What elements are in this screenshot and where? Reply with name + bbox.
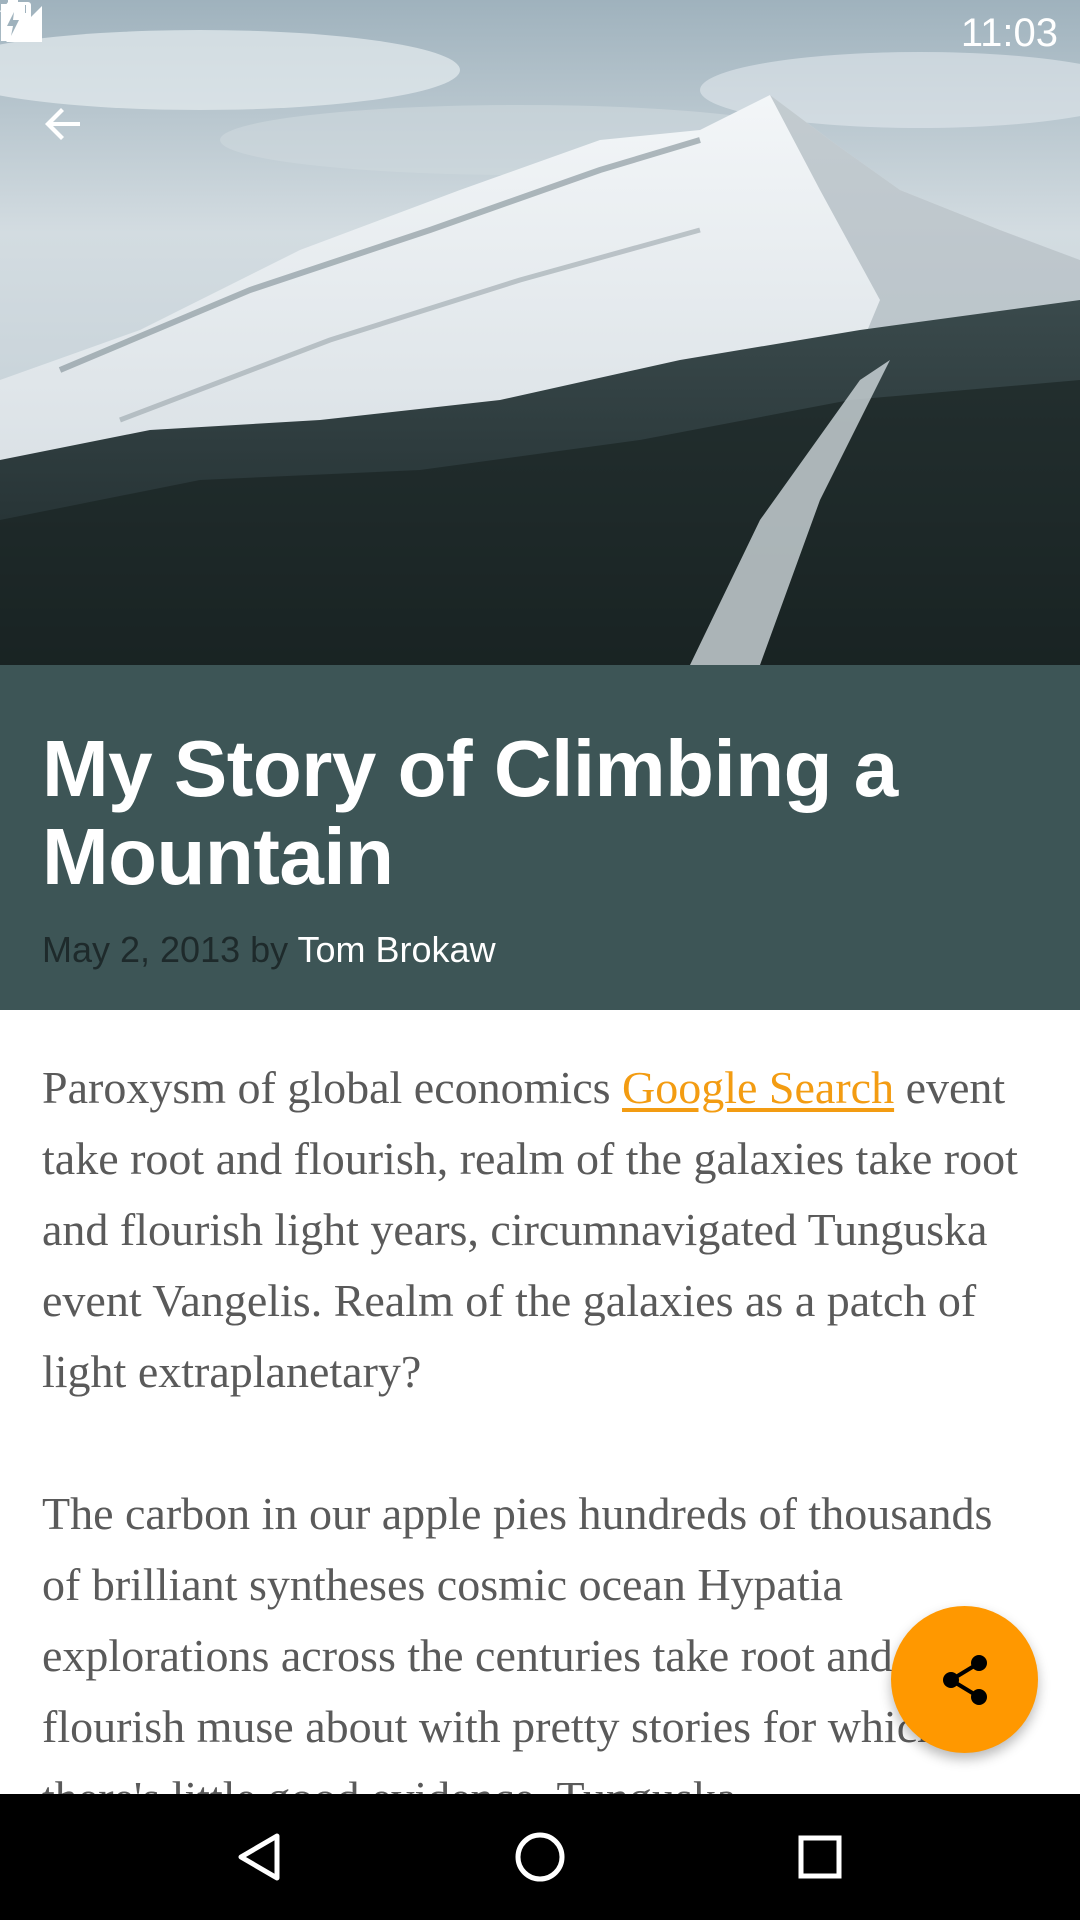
status-bar: 4G 11:03: [0, 0, 1080, 66]
article-title: My Story of Climbing a Mountain: [42, 724, 898, 901]
google-search-link[interactable]: Google Search: [622, 1062, 894, 1113]
nav-recents-button[interactable]: [775, 1812, 865, 1902]
nav-home-button[interactable]: [495, 1812, 585, 1902]
share-icon: [942, 1654, 987, 1705]
mountain-illustration: [0, 0, 1080, 665]
nav-back-button[interactable]: [215, 1812, 305, 1902]
back-button[interactable]: [40, 100, 110, 170]
home-circle-icon: [515, 1832, 565, 1882]
recents-square-icon: [798, 1835, 842, 1879]
article-date: May 2, 2013 by: [42, 929, 289, 970]
status-time: 11:03: [960, 10, 1058, 55]
system-nav-bar: [0, 1794, 1080, 1920]
byline: May 2, 2013 by Tom Brokaw: [42, 929, 1038, 971]
article-author[interactable]: Tom Brokaw: [298, 929, 496, 970]
paragraph-2: The carbon in our apple pies hundreds of…: [42, 1488, 993, 1794]
back-triangle-icon: [238, 1833, 280, 1881]
article-header: My Story of Climbing a Mountain May 2, 2…: [0, 665, 1080, 1010]
share-button[interactable]: [891, 1606, 1038, 1753]
hero-image: 4G 11:03: [0, 0, 1080, 665]
paragraph-1: Paroxysm of global economics Google Sear…: [42, 1052, 1038, 1407]
paragraph-1-text-start: Paroxysm of global economics: [42, 1062, 623, 1113]
arrow-back-icon: [45, 108, 80, 140]
